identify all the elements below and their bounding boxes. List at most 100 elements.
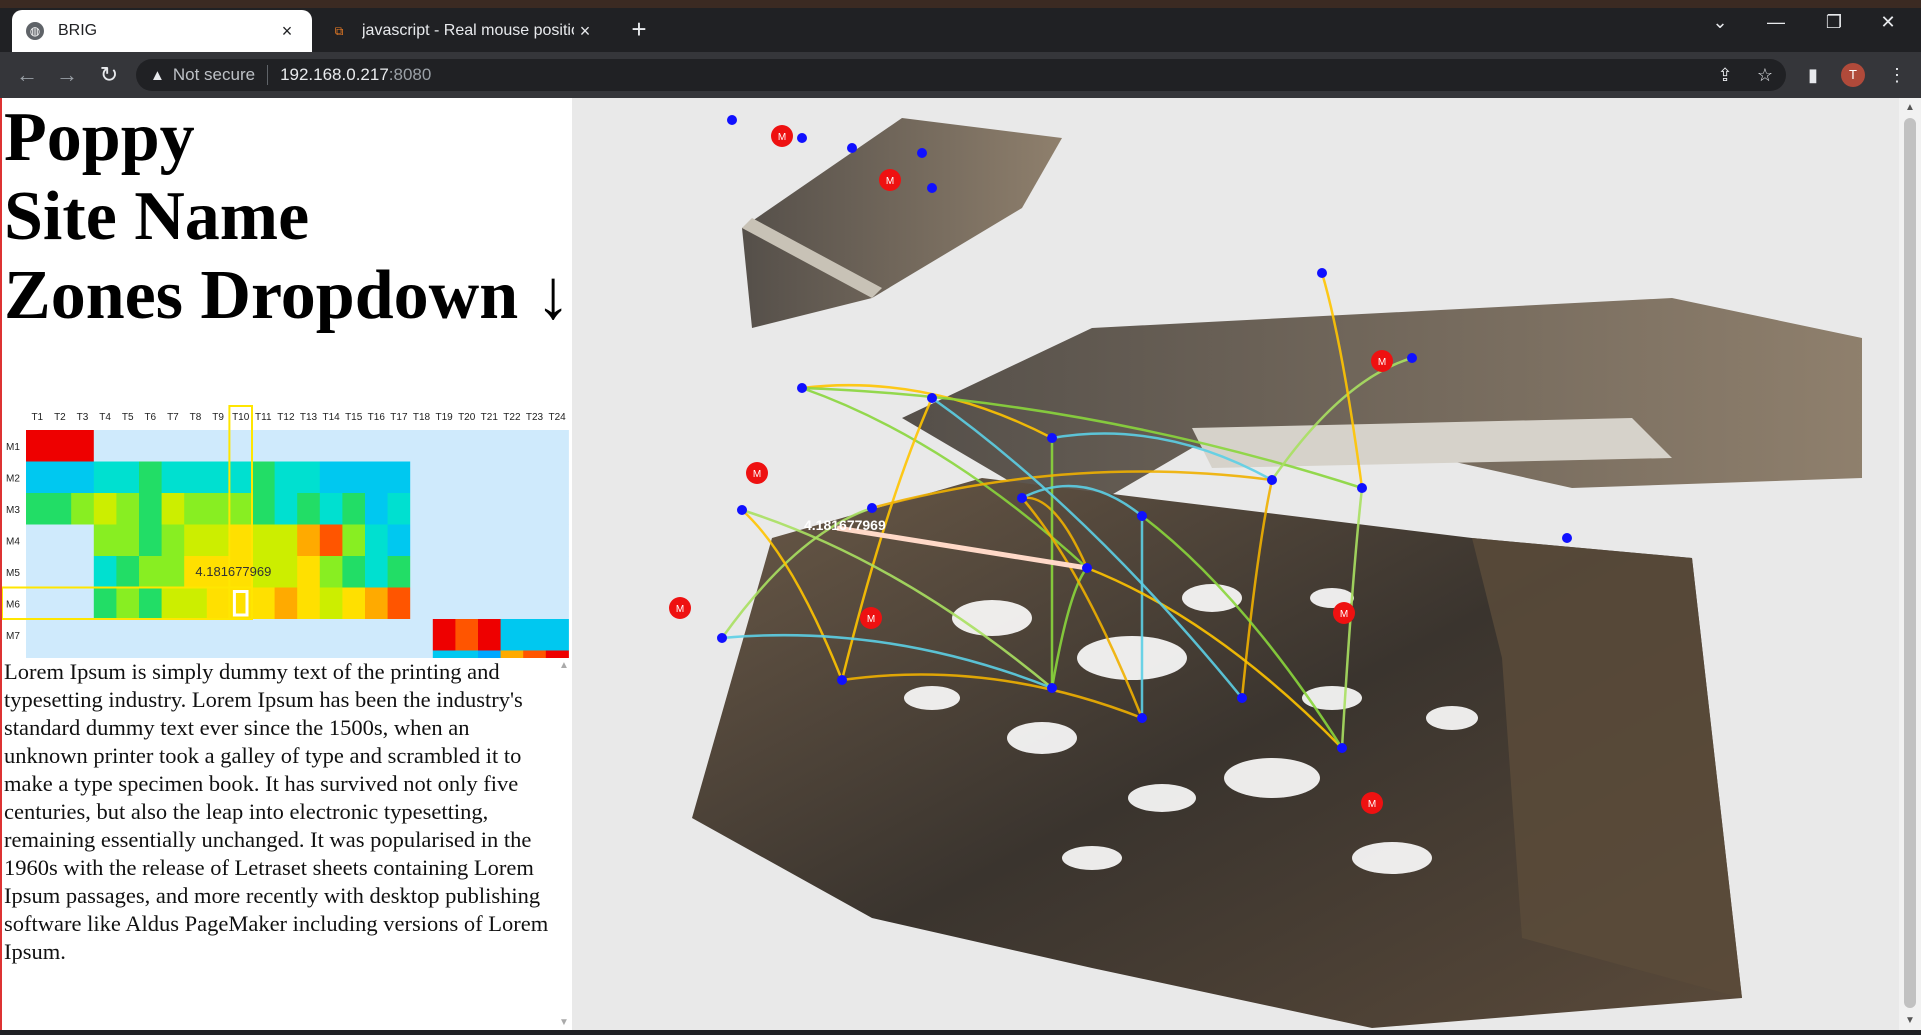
side-panel-icon[interactable]: ▮ bbox=[1800, 62, 1826, 88]
tab-javascript[interactable]: ⧉ javascript - Real mouse position i × bbox=[316, 10, 610, 52]
sensor-node[interactable] bbox=[1082, 563, 1092, 573]
heatmap-cell[interactable] bbox=[252, 461, 276, 494]
heatmap-cell[interactable] bbox=[432, 524, 456, 557]
heatmap-cell[interactable] bbox=[410, 619, 434, 651]
sensor-node[interactable] bbox=[927, 393, 937, 403]
sensor-node[interactable] bbox=[1017, 493, 1027, 503]
sensor-node[interactable] bbox=[927, 183, 937, 193]
heatmap-cell[interactable] bbox=[274, 461, 298, 494]
heatmap-cell[interactable] bbox=[342, 524, 366, 557]
sensor-node[interactable] bbox=[1137, 511, 1147, 521]
sensor-node[interactable] bbox=[737, 505, 747, 515]
heatmap-cell[interactable] bbox=[365, 650, 389, 659]
reload-icon[interactable]: ↻ bbox=[94, 60, 124, 90]
heatmap-cell[interactable] bbox=[478, 587, 502, 620]
heatmap-cell[interactable] bbox=[342, 619, 366, 651]
heatmap-cell[interactable] bbox=[184, 524, 208, 557]
heatmap-cell[interactable] bbox=[26, 619, 50, 651]
heatmap-cell[interactable] bbox=[365, 524, 389, 557]
heatmap-cell[interactable] bbox=[319, 619, 343, 651]
heatmap-cell[interactable] bbox=[26, 650, 50, 659]
heatmap-cell[interactable] bbox=[410, 430, 434, 462]
heatmap-cell[interactable] bbox=[523, 587, 547, 620]
heatmap-cell[interactable] bbox=[365, 556, 389, 588]
forward-icon[interactable]: → bbox=[52, 60, 82, 90]
heatmap-cell[interactable] bbox=[365, 430, 389, 462]
sensor-node[interactable] bbox=[1237, 693, 1247, 703]
heatmap-chart[interactable]: T1 T2 T3 T4 T5 T6 T7 T8 T9 T10 T11 T12 T13 T14 T15 T16 T… bbox=[2, 376, 574, 658]
heatmap-cell[interactable] bbox=[432, 619, 456, 651]
heatmap-cell[interactable] bbox=[48, 587, 72, 620]
sensor-node[interactable] bbox=[727, 115, 737, 125]
heatmap-cell[interactable] bbox=[297, 587, 321, 620]
heatmap-cell[interactable] bbox=[319, 524, 343, 557]
heatmap-cell[interactable] bbox=[252, 587, 276, 620]
heatmap-cell[interactable] bbox=[206, 650, 230, 659]
heatmap-cell[interactable] bbox=[455, 587, 479, 620]
heatmap-cell[interactable] bbox=[229, 524, 253, 557]
heatmap-cell[interactable] bbox=[93, 430, 117, 462]
heatmap-cell[interactable] bbox=[319, 650, 343, 659]
heatmap-cell[interactable] bbox=[48, 650, 72, 659]
heatmap-cell[interactable] bbox=[93, 587, 117, 620]
heatmap-cell[interactable] bbox=[365, 493, 389, 525]
heatmap-cell[interactable] bbox=[139, 556, 163, 588]
heatmap-cell[interactable] bbox=[432, 461, 456, 494]
heatmap-cell[interactable] bbox=[252, 430, 276, 462]
heatmap-cell[interactable] bbox=[365, 461, 389, 494]
heatmap-cell[interactable] bbox=[387, 430, 411, 462]
heatmap-cell[interactable] bbox=[252, 493, 276, 525]
sensor-node[interactable] bbox=[917, 148, 927, 158]
heatmap-cell[interactable] bbox=[139, 587, 163, 620]
minimize-icon[interactable]: — bbox=[1756, 12, 1796, 33]
heatmap-cell[interactable] bbox=[545, 619, 569, 651]
heatmap-cell[interactable] bbox=[93, 619, 117, 651]
heatmap-cell[interactable] bbox=[523, 650, 547, 659]
heatmap-cell[interactable] bbox=[297, 650, 321, 659]
heatmap-cell[interactable] bbox=[432, 556, 456, 588]
heatmap-cell[interactable] bbox=[500, 493, 524, 525]
heatmap-cell[interactable] bbox=[116, 619, 140, 651]
heatmap-cell[interactable] bbox=[116, 430, 140, 462]
heatmap-cell[interactable] bbox=[297, 430, 321, 462]
heatmap-cell[interactable] bbox=[26, 524, 50, 557]
heatmap-cell[interactable] bbox=[139, 524, 163, 557]
heatmap-cell[interactable] bbox=[26, 430, 50, 462]
heatmap-cell[interactable] bbox=[206, 524, 230, 557]
heatmap-cell[interactable] bbox=[297, 461, 321, 494]
heatmap-cell[interactable] bbox=[184, 461, 208, 494]
heatmap-cell[interactable] bbox=[432, 493, 456, 525]
heatmap-cell[interactable] bbox=[478, 461, 502, 494]
heatmap-cell[interactable] bbox=[229, 650, 253, 659]
heatmap-cell[interactable] bbox=[523, 461, 547, 494]
heatmap-cell[interactable] bbox=[48, 493, 72, 525]
scroll-up-icon[interactable]: ▲ bbox=[1905, 102, 1915, 113]
heatmap-cell[interactable] bbox=[455, 430, 479, 462]
heatmap-cell[interactable] bbox=[274, 493, 298, 525]
heatmap-cell[interactable] bbox=[184, 650, 208, 659]
heatmap-cell[interactable] bbox=[184, 493, 208, 525]
heatmap-cell[interactable] bbox=[387, 650, 411, 659]
heatmap-cell[interactable] bbox=[93, 650, 117, 659]
heatmap-cell[interactable] bbox=[71, 619, 95, 651]
avatar[interactable]: T bbox=[1841, 63, 1865, 87]
new-tab-icon[interactable]: + bbox=[624, 14, 654, 44]
heatmap-cell[interactable] bbox=[500, 461, 524, 494]
heatmap-cell[interactable] bbox=[139, 430, 163, 462]
heatmap-cell[interactable] bbox=[523, 430, 547, 462]
sensor-node[interactable] bbox=[1337, 743, 1347, 753]
menu-icon[interactable]: ⋮ bbox=[1884, 62, 1910, 88]
heatmap-cell[interactable] bbox=[26, 493, 50, 525]
heatmap-cell[interactable] bbox=[184, 619, 208, 651]
heatmap-cell[interactable] bbox=[387, 524, 411, 557]
heatmap-cell[interactable] bbox=[184, 430, 208, 462]
description-box[interactable]: Lorem Ipsum is simply dummy text of the … bbox=[2, 658, 574, 1030]
scrollbar-thumb[interactable] bbox=[1904, 118, 1916, 1008]
restore-icon[interactable]: ❐ bbox=[1814, 12, 1854, 33]
3d-scene-viewer[interactable]: M M M M M M M M 4.181677969 bbox=[572, 98, 1899, 1030]
heatmap-cell[interactable] bbox=[545, 493, 569, 525]
close-icon[interactable]: × bbox=[574, 21, 596, 42]
heatmap-cell[interactable] bbox=[184, 587, 208, 620]
heatmap-cell[interactable] bbox=[274, 587, 298, 620]
heatmap-cell[interactable] bbox=[48, 461, 72, 494]
